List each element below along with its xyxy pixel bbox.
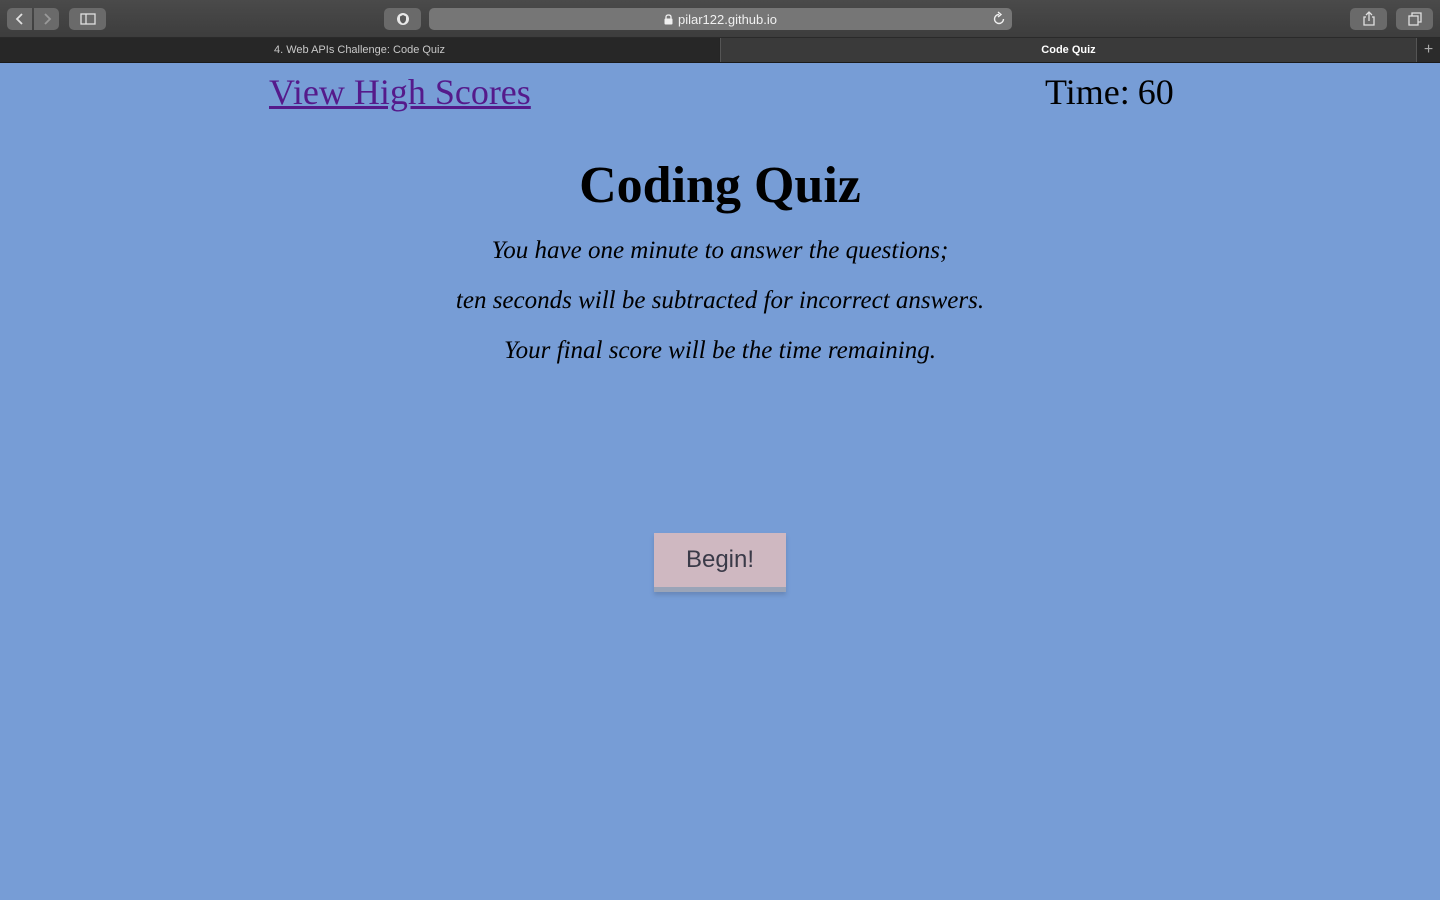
url-text: pilar122.github.io (677, 11, 778, 27)
browser-toolbar: pilar122.github.io (0, 0, 1440, 38)
back-button[interactable] (7, 8, 32, 30)
view-high-scores-link[interactable]: View High Scores (269, 71, 531, 113)
page-title: Coding Quiz (579, 157, 861, 214)
reload-icon[interactable] (992, 11, 1006, 30)
page-content: View High Scores Time: 60 Coding Quiz You… (0, 63, 1440, 900)
forward-button[interactable] (34, 8, 59, 30)
privacy-report-button[interactable] (384, 8, 421, 30)
sidebar-icon (79, 13, 96, 25)
instruction-line: ten seconds will be subtracted for incor… (455, 287, 985, 314)
back-icon (15, 12, 25, 26)
tab-web-apis-challenge[interactable]: 4. Web APIs Challenge: Code Quiz (0, 38, 719, 62)
address-bar[interactable]: pilar122.github.io (429, 8, 1012, 30)
share-button[interactable] (1350, 8, 1387, 30)
shield-icon (396, 12, 410, 26)
instruction-line: Your final score will be the time remain… (504, 337, 936, 364)
new-tab-button[interactable]: + (1416, 38, 1440, 62)
lock-icon (664, 13, 673, 25)
share-icon (1362, 11, 1376, 27)
tabs-overview-button[interactable] (1396, 8, 1433, 30)
begin-button[interactable]: Begin! (654, 533, 786, 592)
instructions: You have one minute to answer the questi… (0, 236, 1440, 386)
tabs-overview-icon (1407, 12, 1422, 26)
timer: Time: 60 (1045, 71, 1174, 113)
forward-icon (42, 12, 52, 26)
tab-bar: 4. Web APIs Challenge: Code Quiz Code Qu… (0, 38, 1440, 63)
sidebar-button[interactable] (69, 8, 106, 30)
instruction-line: You have one minute to answer the questi… (491, 237, 949, 264)
timer-label: Time: (1045, 72, 1130, 112)
tab-code-quiz[interactable]: Code Quiz (720, 38, 1416, 62)
nav-buttons (7, 8, 59, 30)
timer-value: 60 (1137, 72, 1174, 112)
